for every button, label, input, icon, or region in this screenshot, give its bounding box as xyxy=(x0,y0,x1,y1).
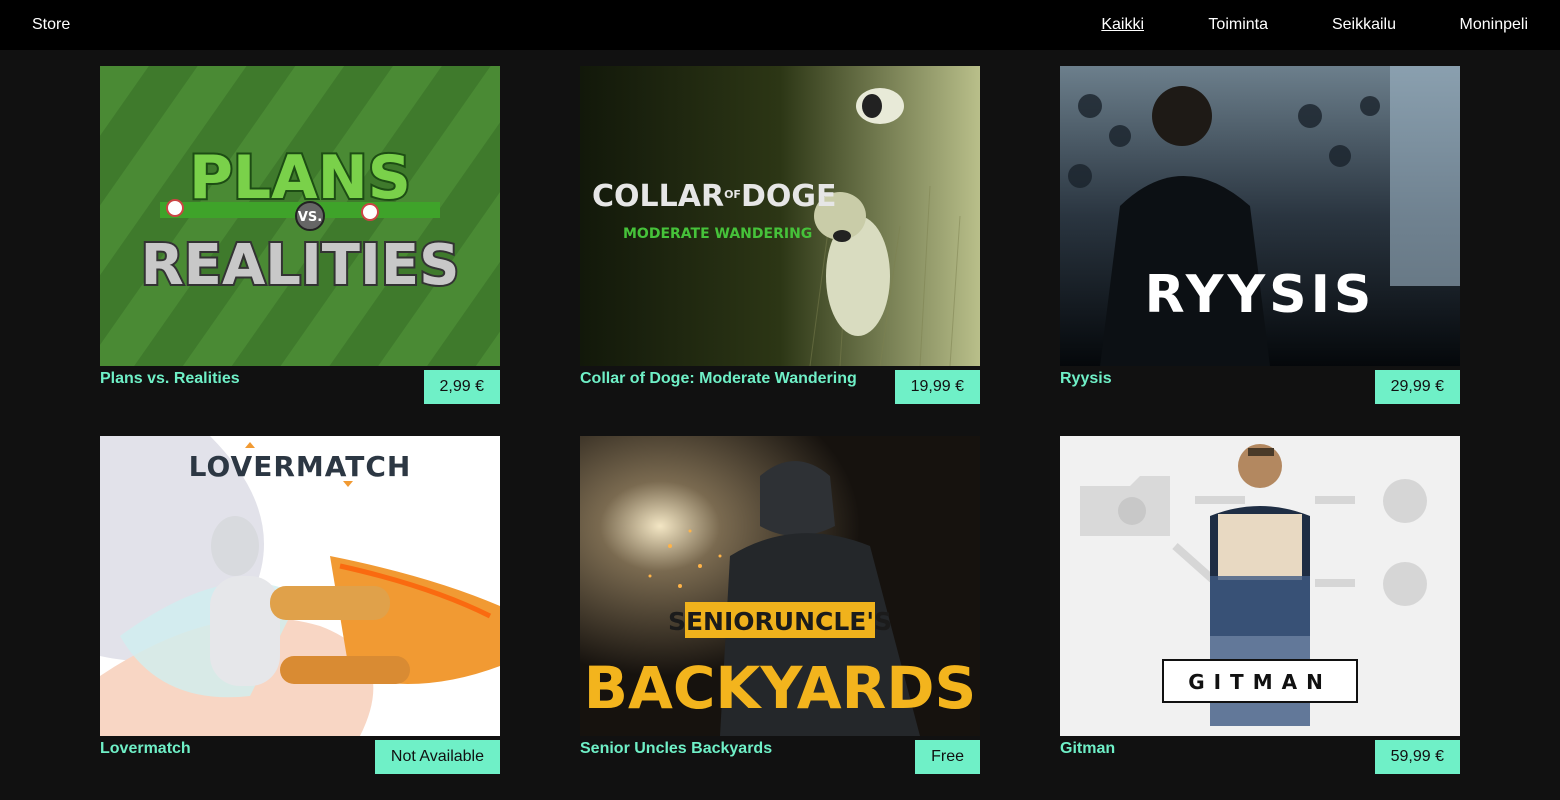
nav-item-toiminta[interactable]: Toiminta xyxy=(1208,16,1268,34)
nav-item-seikkailu[interactable]: Seikkailu xyxy=(1332,16,1396,34)
game-cover[interactable]: GITMAN xyxy=(1060,436,1460,736)
game-title[interactable]: Lovermatch xyxy=(100,740,191,758)
price-button[interactable]: 19,99 € xyxy=(894,370,980,404)
top-bar: Store Kaikki Toiminta Seikkailu Moninpel… xyxy=(0,0,1560,50)
price-button[interactable]: Free xyxy=(915,740,980,774)
svg-text:COLLAROFDOGE: COLLAROFDOGE xyxy=(592,179,836,214)
svg-text:MODERATE WANDERING: MODERATE WANDERING xyxy=(623,226,812,242)
game-cover[interactable]: SENIORUNCLE'S BACKYARDS xyxy=(580,436,980,736)
game-cover[interactable]: LOVERMATCH xyxy=(100,436,500,736)
svg-text:SENIORUNCLE'S: SENIORUNCLE'S xyxy=(668,607,892,636)
game-title[interactable]: Plans vs. Realities xyxy=(100,370,240,388)
game-cover[interactable]: PLANS VS. REALITIES xyxy=(100,66,500,366)
store-link[interactable]: Store xyxy=(32,16,70,34)
price-button[interactable]: 59,99 € xyxy=(1374,740,1460,774)
nav-item-moninpeli[interactable]: Moninpeli xyxy=(1460,16,1528,34)
game-title[interactable]: Gitman xyxy=(1060,740,1115,758)
nav-item-kaikki[interactable]: Kaikki xyxy=(1101,16,1144,34)
price-button[interactable]: Not Available xyxy=(374,740,500,774)
game-cover[interactable]: COLLAROFDOGE MODERATE WANDERING xyxy=(580,66,980,366)
svg-text:VS.: VS. xyxy=(298,210,322,225)
game-cover[interactable]: RYYSIS xyxy=(1060,66,1460,366)
game-title[interactable]: Senior Uncles Backyards xyxy=(580,740,772,758)
svg-text:BACKYARDS: BACKYARDS xyxy=(584,654,977,722)
svg-text:LOVERMATCH: LOVERMATCH xyxy=(189,450,412,483)
price-button[interactable]: 29,99 € xyxy=(1374,370,1460,404)
game-title[interactable]: Collar of Doge: Moderate Wandering xyxy=(580,370,857,388)
svg-text:RYYSIS: RYYSIS xyxy=(1145,265,1376,325)
svg-text:GITMAN: GITMAN xyxy=(1188,670,1332,694)
game-title[interactable]: Ryysis xyxy=(1060,370,1112,388)
price-button[interactable]: 2,99 € xyxy=(423,370,500,404)
svg-text:REALITIES: REALITIES xyxy=(141,233,460,298)
